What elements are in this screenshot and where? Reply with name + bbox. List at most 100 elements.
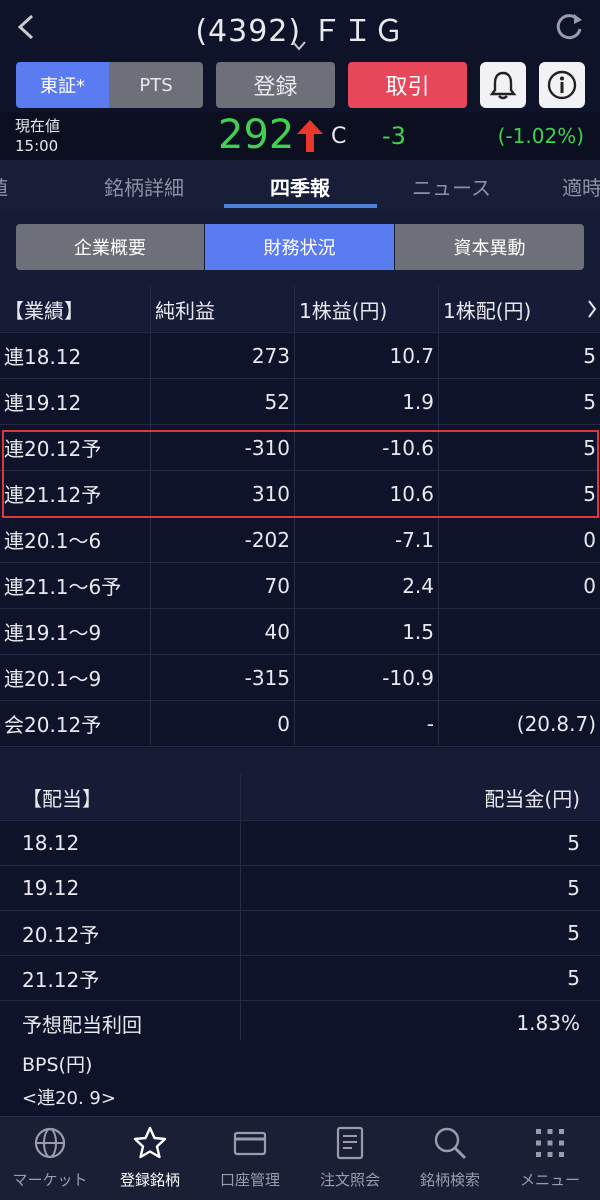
price-time: 15:00	[15, 137, 59, 155]
table-header-row: 【配当】 配当金(円)	[0, 774, 600, 821]
bottom-navigation: マーケット 登録銘柄 口座管理 注文照会 銘柄検索 メニュー	[0, 1116, 600, 1200]
section-gap	[0, 748, 600, 774]
grid-menu-icon	[536, 1129, 564, 1157]
dividend-amount: 1.83%	[240, 1001, 580, 1045]
row-period: 連20.1～9	[4, 667, 102, 691]
results-table: 【業績】 純利益 1株益(円) 1株配(円) 連18.12 273 10.7 5…	[0, 286, 600, 747]
nav-label: 口座管理	[219, 1171, 280, 1189]
header-cell: 配当金(円)	[240, 774, 580, 820]
table-row: 18.12 5	[0, 821, 600, 866]
nav-market[interactable]: マーケット	[0, 1117, 100, 1200]
dividend-amount: 5	[240, 911, 580, 955]
tab-bar: 値 銘柄詳細 四季報 ニュース 適時	[0, 160, 600, 210]
register-button[interactable]: 登録	[216, 62, 335, 108]
row-net-income: -315	[150, 655, 294, 700]
alert-button[interactable]	[480, 62, 526, 108]
close-mark: C	[331, 124, 347, 149]
nav-menu[interactable]: メニュー	[500, 1117, 600, 1200]
action-toolbar: 東証* PTS 登録 取引	[0, 56, 600, 112]
active-tab-indicator	[224, 204, 377, 208]
table-row: 連19.12 52 1.9 5	[0, 379, 600, 425]
market-pts-button[interactable]: PTS	[109, 62, 203, 108]
row-dps: 5	[438, 425, 600, 470]
table-row: 連21.1～6予 70 2.4 0	[0, 563, 600, 609]
row-dps: (20.8.7)	[438, 701, 600, 746]
table-row: 会20.12予 0 - (20.8.7)	[0, 701, 600, 747]
tab-price[interactable]: 値	[0, 172, 8, 201]
info-button[interactable]	[539, 62, 585, 108]
nav-search[interactable]: 銘柄検索	[400, 1117, 500, 1200]
app-header: (4392) ＦＩＧ	[0, 0, 600, 56]
dividend-amount: 5	[240, 866, 580, 910]
current-price: 292	[218, 112, 295, 158]
row-eps: 10.6	[294, 471, 438, 516]
trade-button[interactable]: 取引	[348, 62, 467, 108]
table-row: 連20.1～6 -202 -7.1 0	[0, 517, 600, 563]
table-row: 21.12予 5	[0, 956, 600, 1001]
subtab-company-overview[interactable]: 企業概要	[16, 224, 204, 270]
bps-section: BPS(円) <連20. 9>	[0, 1040, 600, 1116]
price-label: 現在値 15:00	[15, 116, 60, 156]
row-dps: 0	[438, 563, 600, 608]
row-eps: 2.4	[294, 563, 438, 608]
price-label-title: 現在値	[15, 117, 61, 135]
globe-icon	[34, 1127, 66, 1159]
row-eps: -10.9	[294, 655, 438, 700]
row-net-income: 70	[150, 563, 294, 608]
row-net-income: 0	[150, 701, 294, 746]
bps-period: <連20. 9>	[22, 1088, 116, 1109]
chevron-down-icon[interactable]	[290, 40, 308, 52]
star-icon	[133, 1126, 167, 1159]
nav-label: メニュー	[519, 1171, 580, 1189]
nav-watchlist[interactable]: 登録銘柄	[100, 1117, 200, 1200]
row-period: 連20.1～6	[4, 529, 102, 553]
table-row: 連20.1～9 -315 -10.9	[0, 655, 600, 701]
info-icon	[547, 70, 577, 100]
card-icon	[233, 1131, 267, 1156]
nav-label: 銘柄検索	[419, 1171, 480, 1189]
header-cell: 【配当】	[22, 786, 102, 811]
dividend-period: 21.12予	[22, 967, 100, 992]
header-cell: 純利益	[150, 286, 294, 332]
header-cell: 1株益(円)	[294, 286, 438, 332]
row-period: 連21.12予	[4, 483, 102, 507]
tab-news[interactable]: ニュース	[412, 172, 491, 201]
sub-tab-bar: 企業概要 財務状況 資本異動	[0, 210, 600, 286]
refresh-icon[interactable]	[552, 10, 586, 44]
nav-orders[interactable]: 注文照会	[300, 1117, 400, 1200]
market-tse-button[interactable]: 東証*	[16, 62, 109, 108]
dividend-amount: 5	[240, 956, 580, 1000]
up-arrow-icon	[297, 120, 323, 152]
table-row: 連21.12予 310 10.6 5	[0, 471, 600, 517]
bell-icon	[489, 71, 517, 100]
nav-account[interactable]: 口座管理	[200, 1117, 300, 1200]
chevron-right-icon[interactable]	[586, 298, 598, 320]
tab-shikiho[interactable]: 四季報	[270, 172, 330, 201]
price-change: -3	[382, 122, 406, 150]
price-strip: 現在値 15:00 292 C -3 (-1.02%)	[0, 112, 600, 160]
row-net-income: -202	[150, 517, 294, 562]
subtab-capital-changes[interactable]: 資本異動	[395, 224, 584, 270]
row-eps: -	[294, 701, 438, 746]
tab-disclosure[interactable]: 適時	[562, 172, 600, 201]
row-eps: -10.6	[294, 425, 438, 470]
row-net-income: 273	[150, 333, 294, 378]
row-net-income: -310	[150, 425, 294, 470]
header-cell: 1株配(円)	[438, 286, 600, 332]
nav-label: 注文照会	[319, 1171, 380, 1189]
dividend-period: 予想配当利回	[22, 1012, 142, 1037]
dividend-period: 19.12	[22, 876, 80, 900]
row-dps: 5	[438, 471, 600, 516]
bps-label: BPS(円)	[22, 1054, 93, 1076]
row-net-income: 52	[150, 379, 294, 424]
dividend-table: 【配当】 配当金(円) 18.12 5 19.12 5 20.12予 5 21.…	[0, 774, 600, 1046]
search-icon	[434, 1127, 467, 1160]
subtab-financial-status[interactable]: 財務状況	[205, 224, 394, 270]
tab-stock-detail[interactable]: 銘柄詳細	[104, 172, 184, 201]
document-icon	[336, 1126, 364, 1160]
row-period: 連18.12	[4, 345, 82, 369]
row-period: 連19.1～9	[4, 621, 102, 645]
row-dps: 5	[438, 379, 600, 424]
row-dps: 5	[438, 333, 600, 378]
table-row: 連19.1～9 40 1.5	[0, 609, 600, 655]
